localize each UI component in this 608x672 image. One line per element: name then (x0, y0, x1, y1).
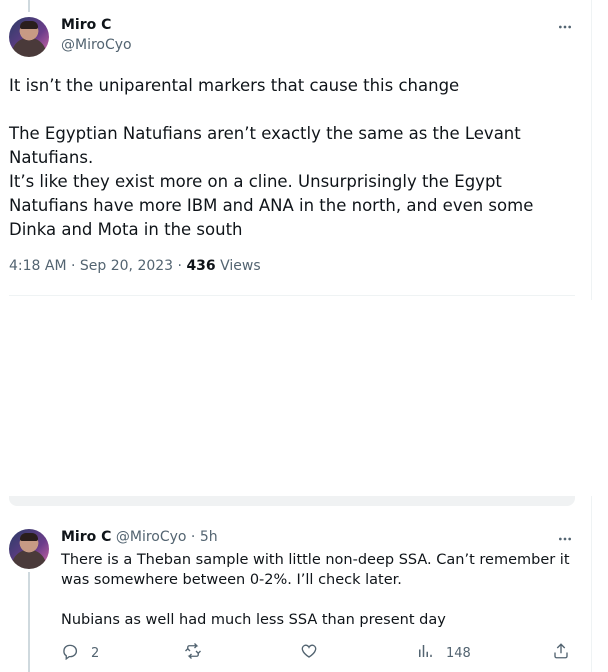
views-button[interactable]: 148 (416, 642, 471, 664)
views-icon (416, 642, 434, 664)
views-count: 148 (446, 645, 471, 661)
retweet-icon (184, 642, 202, 664)
tweet-meta: 4:18 AM · Sep 20, 2023 · 436 Views (9, 258, 261, 274)
author-handle[interactable]: @MiroCyo (61, 37, 132, 53)
avatar[interactable] (9, 17, 49, 57)
retweet-button[interactable] (184, 642, 202, 664)
views-label: Views (215, 258, 261, 274)
author-name[interactable]: Miro C (61, 17, 111, 33)
views-count[interactable]: 436 (186, 258, 215, 274)
share-button[interactable] (552, 642, 570, 664)
reply-icon (61, 642, 79, 664)
tweet-text-paragraph: The Egyptian Natufians aren’t exactly th… (9, 124, 521, 167)
section-separator (9, 496, 575, 506)
more-icon[interactable] (556, 530, 574, 548)
divider (9, 295, 575, 296)
tweet-text-paragraph: It’s like they exist more on a cline. Un… (9, 172, 534, 239)
more-icon[interactable] (556, 18, 574, 36)
reply-text-paragraph: There is a Theban sample with little non… (61, 552, 570, 588)
like-button[interactable] (300, 642, 318, 664)
avatar[interactable] (9, 529, 49, 569)
reply-button[interactable]: 2 (61, 642, 99, 664)
reply-time[interactable]: 5h (200, 529, 218, 545)
like-icon (300, 642, 318, 664)
thread-line (28, 0, 30, 12)
separator: · (186, 529, 200, 545)
column-border (591, 496, 592, 672)
timestamp[interactable]: 4:18 AM · Sep 20, 2023 · (9, 258, 186, 274)
thread-line (28, 572, 30, 672)
reply-count: 2 (91, 645, 100, 661)
reply-text-paragraph: Nubians as well had much less SSA than p… (61, 612, 446, 628)
author-name[interactable]: Miro C (61, 529, 111, 545)
tweet-text-paragraph: It isn’t the uniparental markers that ca… (9, 76, 460, 95)
column-border (591, 0, 592, 300)
author-handle[interactable]: @MiroCyo (116, 529, 187, 545)
reply-header: Miro C @MiroCyo · 5h (61, 529, 218, 545)
share-icon (552, 642, 570, 664)
